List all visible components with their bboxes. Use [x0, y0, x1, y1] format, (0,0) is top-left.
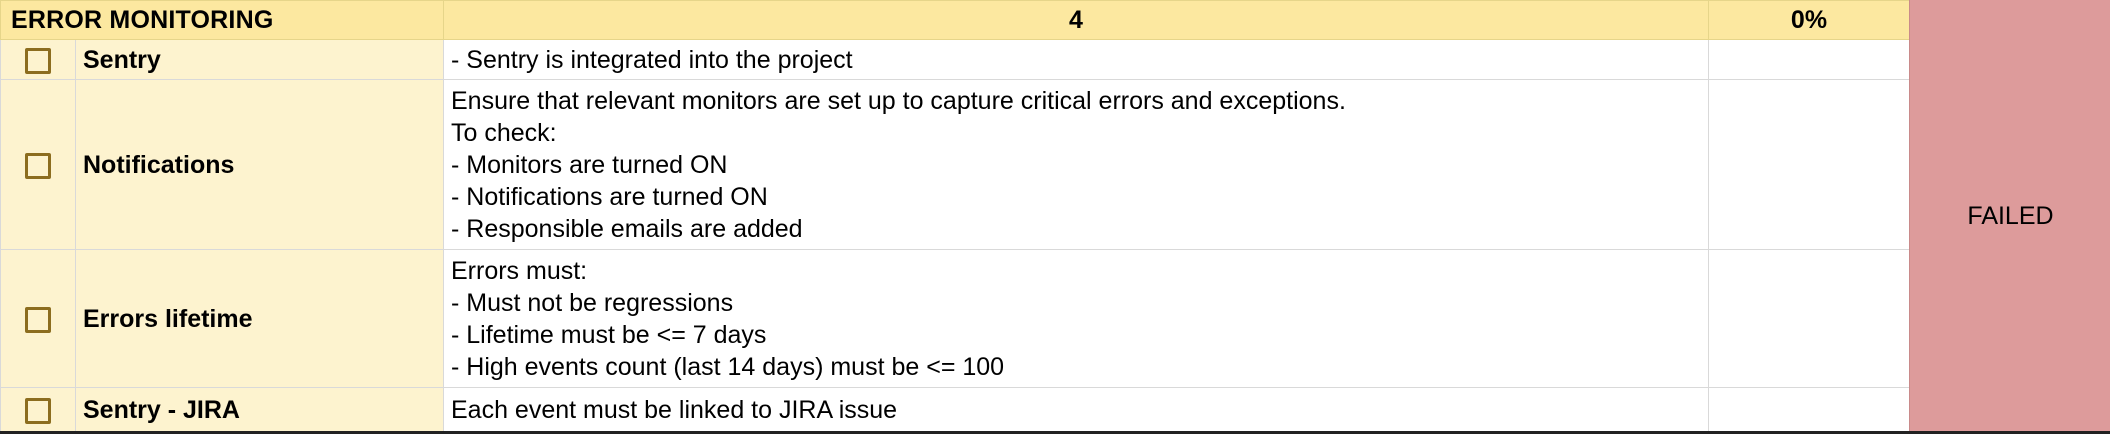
item-status-cell[interactable] — [1708, 79, 1910, 250]
item-status-cell[interactable] — [1708, 249, 1910, 388]
description-line: To check: — [451, 118, 557, 147]
item-name[interactable]: Notifications — [75, 79, 444, 250]
description-line: - High events count (last 14 days) must … — [451, 352, 1005, 381]
checkbox-cell[interactable] — [0, 387, 76, 432]
item-status-cell[interactable] — [1708, 387, 1910, 432]
table-row: Sentry - Sentry is integrated into the p… — [0, 39, 1910, 80]
section-completion-percent[interactable]: 0% — [1708, 0, 1910, 40]
status-cell-failed[interactable]: FAILED — [1909, 0, 2110, 432]
description-line: Errors must: — [451, 256, 588, 285]
spreadsheet: ERROR MONITORING 4 0% Sentry - Sentry is… — [0, 0, 2110, 434]
section-title[interactable]: ERROR MONITORING — [0, 0, 444, 40]
section-header-row: ERROR MONITORING 4 0% — [0, 0, 1910, 40]
item-status-cell[interactable] — [1708, 39, 1910, 80]
item-description[interactable]: Errors must: - Must not be regressions -… — [443, 249, 1709, 388]
table-row: Errors lifetime Errors must: - Must not … — [0, 249, 1910, 388]
description-line: - Lifetime must be <= 7 days — [451, 320, 767, 349]
item-name[interactable]: Errors lifetime — [75, 249, 444, 388]
table-row: Notifications Ensure that relevant monit… — [0, 79, 1910, 250]
description-line: - Monitors are turned ON — [451, 150, 728, 179]
item-name[interactable]: Sentry - JIRA — [75, 387, 444, 432]
checkbox-cell[interactable] — [0, 39, 76, 80]
table-row: Sentry - JIRA Each event must be linked … — [0, 387, 1910, 432]
section-item-count[interactable]: 4 — [443, 0, 1709, 40]
item-description[interactable]: Ensure that relevant monitors are set up… — [443, 79, 1709, 250]
description-line: Ensure that relevant monitors are set up… — [451, 86, 1346, 115]
checkbox[interactable] — [25, 47, 51, 74]
description-line: - Sentry is integrated into the project — [451, 45, 853, 74]
checklist-table: ERROR MONITORING 4 0% Sentry - Sentry is… — [0, 0, 1910, 432]
description-line: Each event must be linked to JIRA issue — [451, 395, 898, 424]
checkbox[interactable] — [25, 397, 51, 424]
item-description[interactable]: - Sentry is integrated into the project — [443, 39, 1709, 80]
description-line: - Responsible emails are added — [451, 214, 803, 243]
description-line: - Notifications are turned ON — [451, 182, 768, 211]
item-description[interactable]: Each event must be linked to JIRA issue — [443, 387, 1709, 432]
checkbox[interactable] — [25, 152, 51, 179]
status-label: FAILED — [1967, 201, 2054, 230]
checkbox-cell[interactable] — [0, 79, 76, 250]
item-name[interactable]: Sentry — [75, 39, 444, 80]
description-line: - Must not be regressions — [451, 288, 734, 317]
checkbox[interactable] — [25, 306, 51, 333]
checkbox-cell[interactable] — [0, 249, 76, 388]
